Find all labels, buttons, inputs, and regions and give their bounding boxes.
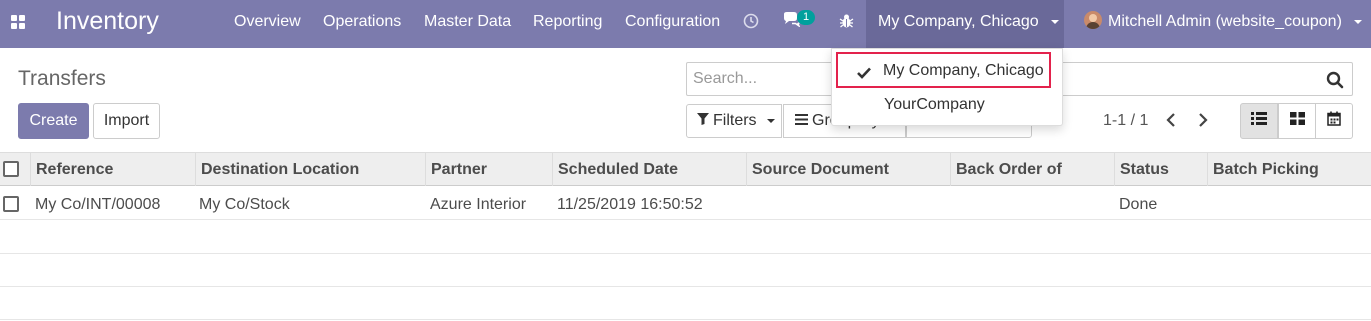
company-option-label: YourCompany [884, 96, 985, 113]
menu-reporting[interactable]: Reporting [533, 13, 602, 31]
chevron-down-icon [766, 119, 775, 123]
cell-status: Done [1119, 196, 1158, 213]
table-row[interactable]: My Co/INT/00008 My Co/Stock Azure Interi… [0, 187, 1371, 220]
calendar-view-button[interactable] [1315, 103, 1353, 139]
menu-overview[interactable]: Overview [234, 13, 301, 31]
apps-menu-icon[interactable] [11, 15, 25, 29]
debug-bug-icon[interactable] [839, 13, 854, 34]
cell-scheduled-date: 11/25/2019 16:50:52 [557, 196, 703, 213]
cell-destination: My Co/Stock [199, 196, 290, 213]
table-row-empty [0, 254, 1371, 287]
company-dropdown: My Company, Chicago YourCompany [831, 48, 1063, 126]
checkmark-icon [857, 66, 871, 84]
create-button[interactable]: Create [18, 103, 89, 139]
company-switcher[interactable]: My Company, Chicago [866, 0, 1064, 48]
kanban-view-icon [1289, 112, 1305, 130]
messages-badge: 1 [797, 10, 815, 25]
menu-operations[interactable]: Operations [323, 13, 401, 31]
menu-configuration[interactable]: Configuration [625, 13, 720, 31]
list-view-icon [1251, 112, 1267, 130]
column-header-source-document[interactable]: Source Document [746, 153, 951, 186]
table-row-empty [0, 221, 1371, 254]
import-button[interactable]: Import [93, 103, 160, 139]
column-header-reference[interactable]: Reference [30, 153, 196, 186]
group-by-icon [795, 112, 808, 130]
top-navbar: Inventory Overview Operations Master Dat… [0, 0, 1371, 48]
avatar [1084, 11, 1102, 29]
column-header-status[interactable]: Status [1114, 153, 1208, 186]
search-input[interactable] [693, 70, 833, 88]
column-header-batch-picking[interactable]: Batch Picking [1207, 153, 1371, 186]
search-icon[interactable] [1326, 71, 1344, 94]
filters-label: Filters [713, 112, 757, 129]
column-header-partner[interactable]: Partner [425, 153, 553, 186]
column-header-back-order[interactable]: Back Order of [950, 153, 1115, 186]
table-header: Reference Destination Location Partner S… [0, 152, 1371, 186]
list-view-button[interactable] [1240, 103, 1278, 139]
chevron-down-icon [1051, 19, 1060, 24]
kanban-view-button[interactable] [1278, 103, 1316, 139]
activity-clock-icon[interactable] [743, 13, 759, 34]
cell-partner: Azure Interior [430, 196, 527, 213]
select-all-checkbox[interactable] [3, 161, 19, 177]
filters-button[interactable]: Filters [686, 104, 782, 138]
pager-value[interactable]: 1-1 / 1 [1103, 112, 1148, 130]
page-title: Transfers [18, 67, 106, 90]
company-option-selected[interactable]: My Company, Chicago [836, 52, 1051, 88]
chevron-right-icon[interactable] [1198, 113, 1208, 132]
chevron-left-icon[interactable] [1166, 113, 1176, 132]
menu-master-data[interactable]: Master Data [424, 13, 511, 31]
table-row-empty [0, 287, 1371, 320]
cell-reference: My Co/INT/00008 [35, 196, 161, 213]
company-option[interactable]: YourCompany [832, 94, 1062, 118]
app-title: Inventory [56, 7, 159, 35]
company-option-label: My Company, Chicago [883, 62, 1044, 79]
chevron-down-icon [1354, 19, 1363, 24]
company-switcher-label: My Company, Chicago [878, 13, 1039, 30]
row-checkbox[interactable] [3, 196, 19, 212]
calendar-icon [1327, 111, 1341, 131]
column-header-destination[interactable]: Destination Location [195, 153, 426, 186]
column-header-scheduled-date[interactable]: Scheduled Date [552, 153, 747, 186]
user-name: Mitchell Admin (website_coupon) [1108, 13, 1342, 30]
filter-icon [697, 112, 709, 130]
